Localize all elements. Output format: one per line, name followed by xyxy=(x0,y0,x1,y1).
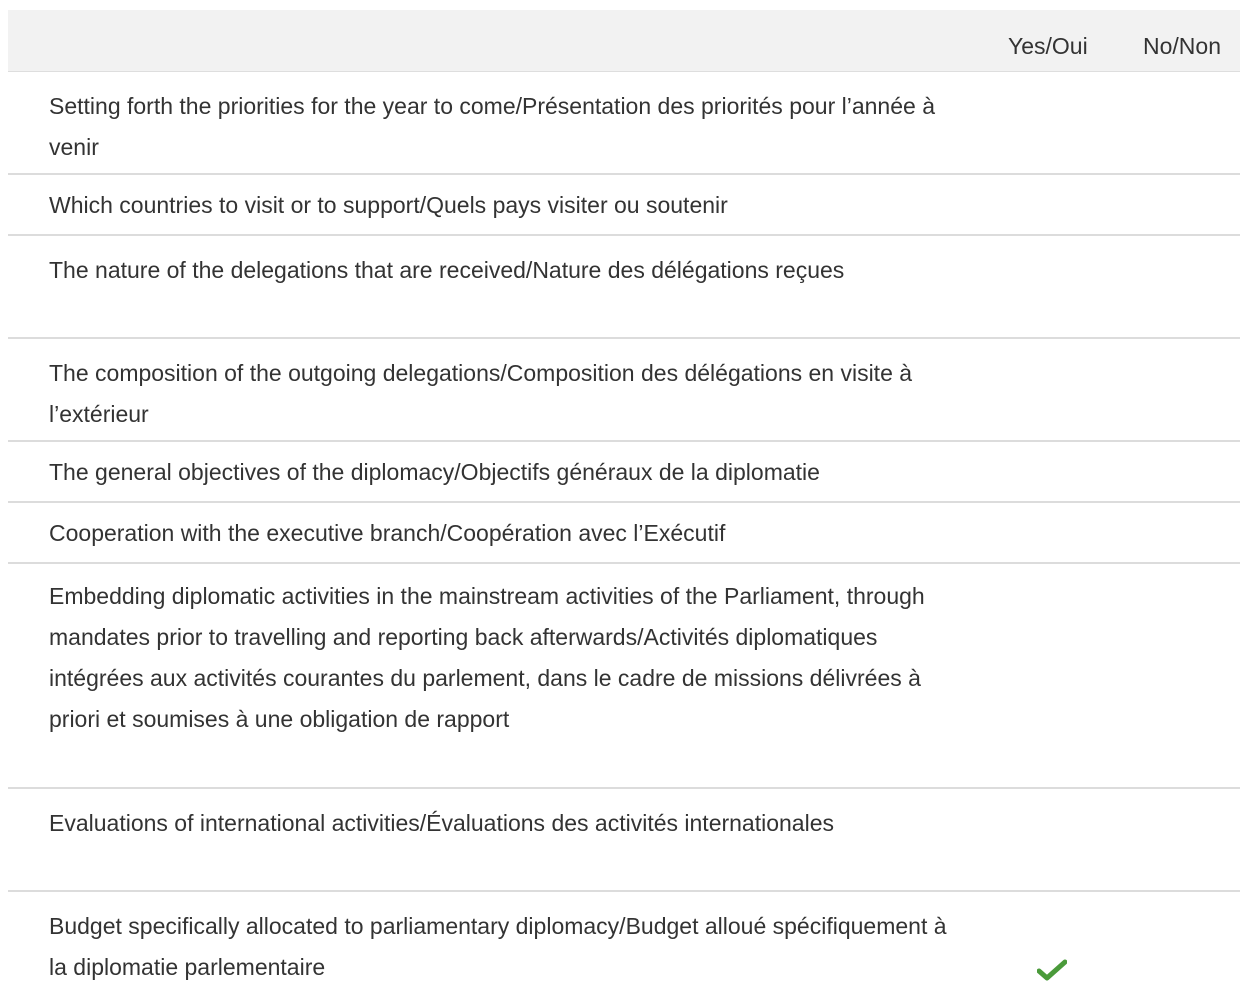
row-label: The nature of the delegations that are r… xyxy=(49,257,845,283)
checkmark-icon xyxy=(1037,959,1067,981)
row-label: The composition of the outgoing delegati… xyxy=(49,360,913,427)
table-header: Yes/Oui No/Non xyxy=(8,10,1240,72)
table-row: The nature of the delegations that are r… xyxy=(8,236,1240,339)
table-row: The general objectives of the diplomacy/… xyxy=(8,442,1240,503)
table-row: Budget specifically allocated to parliam… xyxy=(8,892,1240,992)
row-label: Which countries to visit or to support/Q… xyxy=(49,192,728,218)
table-row: Embedding diplomatic activities in the m… xyxy=(8,564,1240,789)
table-row: Setting forth the priorities for the yea… xyxy=(8,72,1240,175)
row-label: Embedding diplomatic activities in the m… xyxy=(49,583,925,732)
column-header-yes: Yes/Oui xyxy=(1008,33,1088,59)
survey-table: Yes/Oui No/Non Setting forth the priorit… xyxy=(8,10,1240,992)
table-row: Evaluations of international activities/… xyxy=(8,789,1240,892)
row-label: Setting forth the priorities for the yea… xyxy=(49,93,935,160)
row-label: Budget specifically allocated to parliam… xyxy=(49,913,947,980)
table-row: Which countries to visit or to support/Q… xyxy=(8,175,1240,236)
row-label: The general objectives of the diplomacy/… xyxy=(49,459,820,485)
table-row: The composition of the outgoing delegati… xyxy=(8,339,1240,442)
table-row: Cooperation with the executive branch/Co… xyxy=(8,503,1240,564)
row-label: Evaluations of international activities/… xyxy=(49,810,834,836)
column-header-no: No/Non xyxy=(1143,33,1221,59)
row-label: Cooperation with the executive branch/Co… xyxy=(49,520,726,546)
